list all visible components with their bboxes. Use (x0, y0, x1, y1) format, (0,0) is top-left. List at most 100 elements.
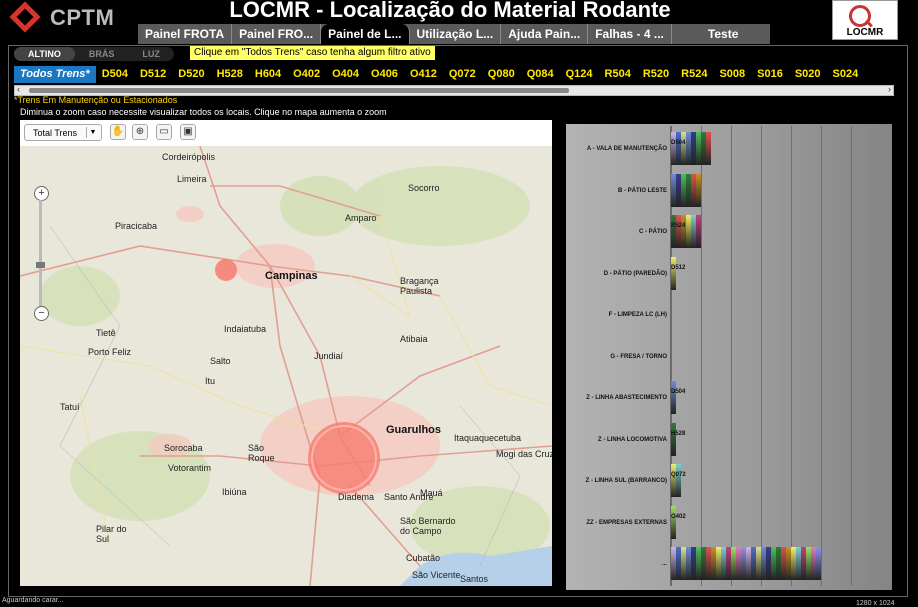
scrollbar-thumb[interactable] (29, 88, 569, 93)
save-icon[interactable]: ▣ (180, 124, 196, 140)
chart-gridline (701, 126, 702, 586)
chart-bar-segment[interactable] (671, 505, 676, 539)
scroll-right-icon[interactable]: › (888, 84, 891, 94)
chart-bar-label: D504 (671, 140, 686, 146)
locmr-logo: LOCMR (832, 0, 898, 40)
chart-category-label: ... (661, 561, 667, 567)
esri-logo: esri (490, 584, 522, 586)
tab-teste[interactable]: Teste (672, 24, 774, 44)
chart-category-label: Z - LINHA SUL (BARRANCO) (585, 478, 667, 484)
city-label: Bragança Paulista (400, 276, 439, 296)
status-text: Aguardando carar... (2, 597, 64, 604)
chart-category-label: Z - LINHA LOCOMOTIVA (598, 436, 667, 443)
filter-train-o406[interactable]: O406 (365, 66, 404, 83)
chart-category-label: Z - LINHA ABASTECIMENTO (586, 395, 667, 401)
top-tabs: Painel FROTA Painel FRO... Painel de L..… (138, 24, 770, 44)
tab-ajuda-painel[interactable]: Ajuda Pain... (501, 24, 589, 44)
zoom-out-icon[interactable]: − (34, 306, 49, 321)
filter-train-d512[interactable]: D512 (134, 66, 172, 83)
filter-train-r524[interactable]: R524 (675, 66, 713, 83)
tab-falhas[interactable]: Falhas - 4 ... (588, 24, 672, 44)
filter-train-s016[interactable]: S016 (751, 66, 789, 83)
chart-bar-segment[interactable] (696, 173, 701, 207)
filter-train-o402[interactable]: O402 (287, 66, 326, 83)
tab-painel-frota-2[interactable]: Painel FRO... (232, 24, 322, 44)
map-view[interactable]: Total Trens ▼ ✋ ⊕ ▭ ▣ Cordeirópolis Lime… (20, 120, 552, 586)
chart-bar-label: O402 (671, 513, 686, 520)
city-label: Itu (205, 376, 216, 386)
chart-category-label: G - FRESA / TORNO (610, 353, 667, 360)
filter-train-d520[interactable]: D520 (172, 66, 210, 83)
subtab-bras[interactable]: BRÁS (75, 47, 129, 61)
filter-train-r504[interactable]: R504 (599, 66, 637, 83)
map-canvas[interactable]: Cordeirópolis Limeira Piracicaba Campina… (20, 146, 552, 586)
chart-bar-segment[interactable] (816, 547, 821, 580)
city-label: Atibaia (400, 334, 428, 344)
filter-train-o412[interactable]: O412 (404, 66, 443, 83)
chart-category-label: D - PÁTIO (PAREDÃO) (603, 270, 667, 277)
trains-select[interactable]: Total Trens ▼ (24, 124, 102, 141)
filter-train-d504[interactable]: D504 (96, 66, 134, 83)
city-label: Campinas (265, 270, 318, 282)
chart-gridline (761, 126, 762, 586)
city-label: São Bernardo do Campo (400, 516, 456, 536)
zoom-slider[interactable]: + − (34, 186, 49, 326)
yard-subtabs: ALTINO BRÁS LUZ (14, 47, 174, 61)
chart-bar-segment[interactable] (706, 132, 711, 165)
chart-category-label: F - LIMPEZA LC (LH) (608, 312, 667, 318)
chart-category-label: C - PÁTIO (639, 229, 667, 235)
chart-bar-segment[interactable] (671, 381, 676, 414)
chart-bar-segment[interactable] (671, 256, 676, 290)
location-chart: A - VALA DE MANUTENÇÃO D504 B - PÁTIO LEST… (566, 124, 892, 590)
app-title: LOCMR - Localização do Material Rodante (229, 0, 671, 22)
chart-bar-label: H528 (671, 430, 686, 437)
chart-bar-segment[interactable] (671, 422, 676, 456)
filter-train-o404[interactable]: O404 (326, 66, 365, 83)
tab-utilizacao[interactable]: Utilização L... (410, 24, 502, 44)
zoom-hint: Diminua o zoom caso necessite visualizar… (20, 107, 387, 117)
subtab-altino[interactable]: ALTINO (14, 47, 75, 61)
chart-bar-segment[interactable] (676, 464, 681, 497)
city-label: Mogi das Cruzes (496, 449, 552, 459)
chart-bar-segment[interactable] (696, 215, 701, 248)
zoom-track[interactable] (39, 200, 42, 308)
filter-train-q080[interactable]: Q080 (482, 66, 521, 83)
filter-train-s020[interactable]: S020 (789, 66, 827, 83)
city-label: Itaquaquecetuba (454, 433, 522, 443)
filter-train-h528[interactable]: H528 (211, 66, 249, 83)
filter-train-s008[interactable]: S008 (713, 66, 751, 83)
chart-gridline (821, 126, 822, 586)
city-label: São Roque (248, 443, 275, 463)
filter-message: Clique em "Todos Trens" caso tenha algum… (190, 46, 435, 60)
zoom-extent-icon[interactable]: ⊕ (132, 124, 148, 140)
city-label: Tatuí (60, 402, 80, 412)
tab-painel-frota[interactable]: Painel FROTA (138, 24, 233, 44)
filter-train-q124[interactable]: Q124 (560, 66, 599, 83)
tab-painel-de-localizacao[interactable]: Painel de L... (321, 24, 410, 44)
city-label: Pilar do Sul (96, 524, 127, 544)
magnifier-icon (849, 5, 871, 27)
city-label: Indaiatuba (224, 324, 267, 334)
locmr-logo-text: LOCMR (846, 27, 884, 38)
city-label: Cordeirópolis (162, 152, 216, 162)
zoom-knob[interactable] (36, 262, 45, 268)
subtab-luz[interactable]: LUZ (128, 47, 174, 61)
scroll-left-icon[interactable]: ‹ (17, 84, 20, 94)
filter-train-r520[interactable]: R520 (637, 66, 675, 83)
filter-train-q072[interactable]: Q072 (443, 66, 482, 83)
city-label: São Vicente (412, 570, 461, 580)
cptm-logo: CPTM (8, 1, 128, 36)
zoom-in-icon[interactable]: + (34, 186, 49, 201)
city-label: Guarulhos (386, 424, 442, 436)
pan-icon[interactable]: ✋ (110, 124, 126, 140)
city-label: Limeira (177, 174, 207, 184)
filter-train-s024[interactable]: S024 (827, 66, 865, 83)
cptm-logo-text: CPTM (50, 5, 115, 30)
filter-all-trains[interactable]: Todos Trens* (14, 66, 96, 83)
filter-train-h604[interactable]: H604 (249, 66, 287, 83)
filter-train-q084[interactable]: Q084 (521, 66, 560, 83)
section-label: *Trens Em Manutenção ou Estacionados (14, 95, 178, 105)
select-rect-icon[interactable]: ▭ (156, 124, 172, 140)
city-label: Amparo (345, 213, 377, 223)
chart-gridline (851, 126, 852, 586)
